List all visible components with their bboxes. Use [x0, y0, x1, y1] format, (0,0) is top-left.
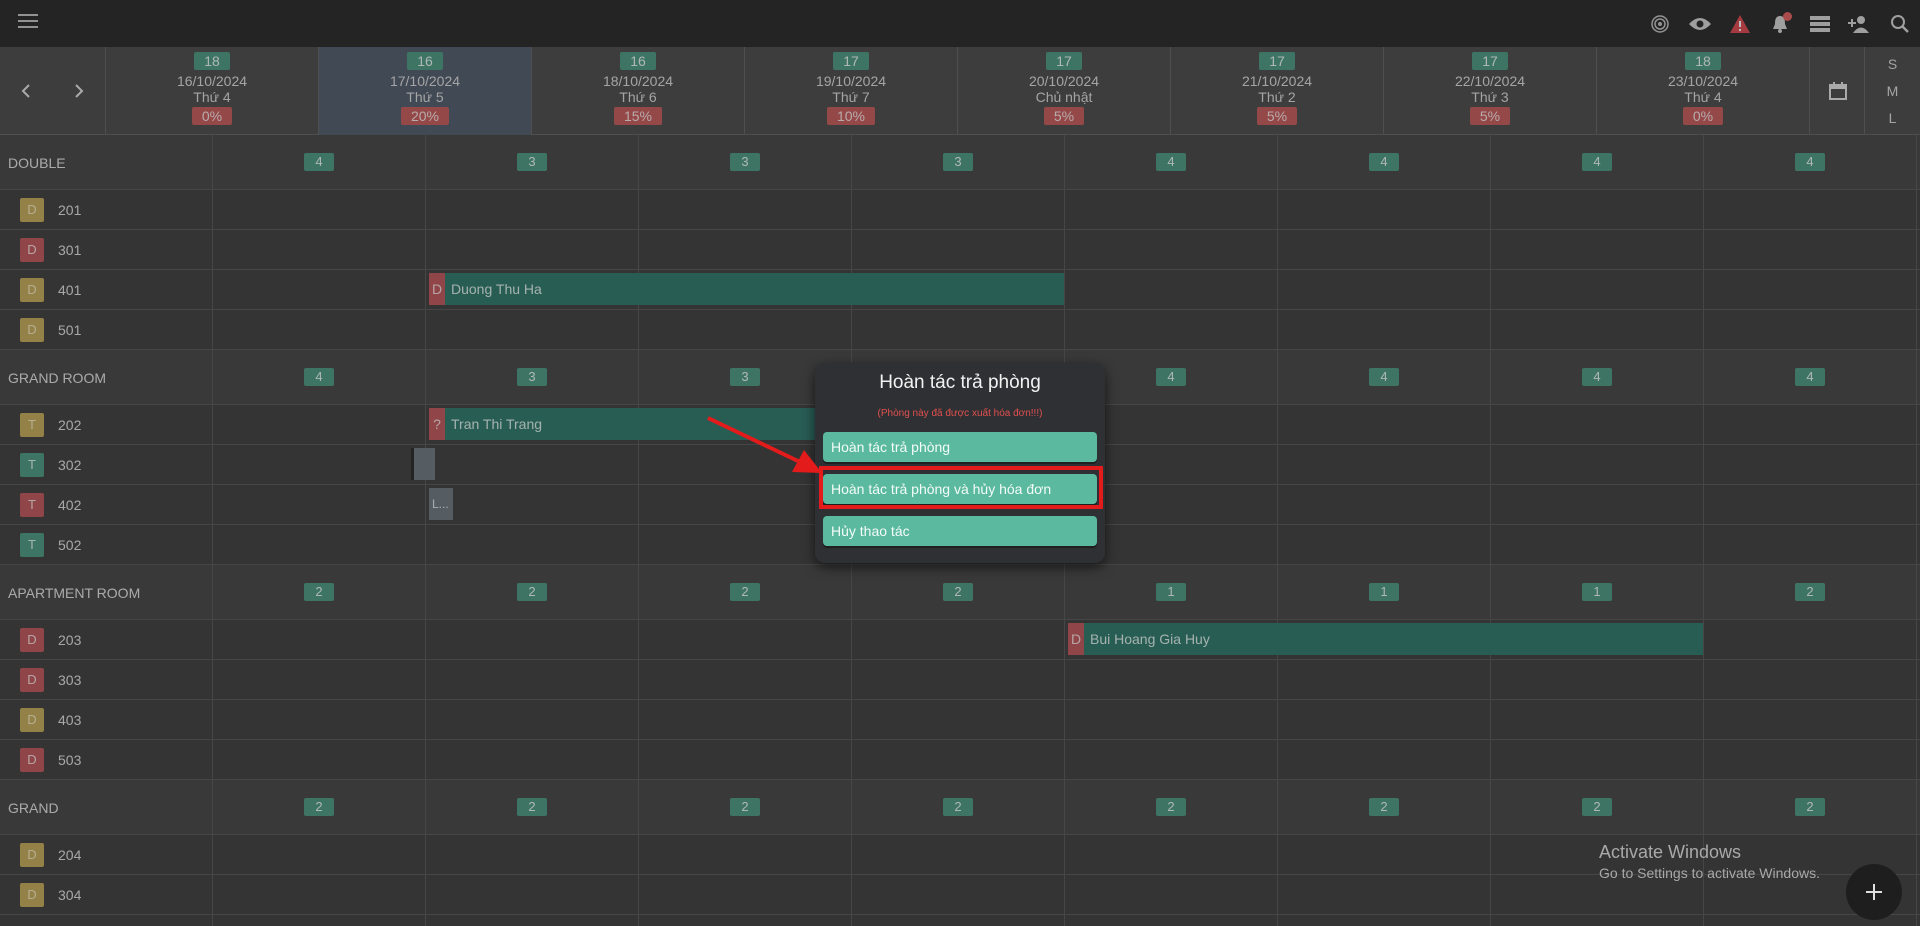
add-fab-button[interactable]: [1846, 864, 1902, 920]
undo-checkout-dialog: Hoàn tác trả phòng (Phòng này đã được xu…: [815, 363, 1105, 563]
watermark-title: Activate Windows: [1599, 842, 1742, 862]
dialog-warning: (Phòng này đã được xuất hóa đơn!!!): [877, 408, 1043, 419]
plus-icon: [1866, 884, 1882, 900]
windows-watermark: Activate Windows Go to Settings to activ…: [1599, 842, 1820, 881]
watermark-subtitle: Go to Settings to activate Windows.: [1599, 865, 1820, 881]
highlight-annotation: [819, 466, 1103, 509]
dialog-title: Hoàn tác trả phòng: [879, 372, 1041, 393]
undo-checkout-button[interactable]: Hoàn tác trả phòng: [823, 432, 1097, 462]
cancel-action-button[interactable]: Hủy thao tác: [823, 516, 1097, 546]
arrow-annotation-icon: [707, 416, 822, 473]
